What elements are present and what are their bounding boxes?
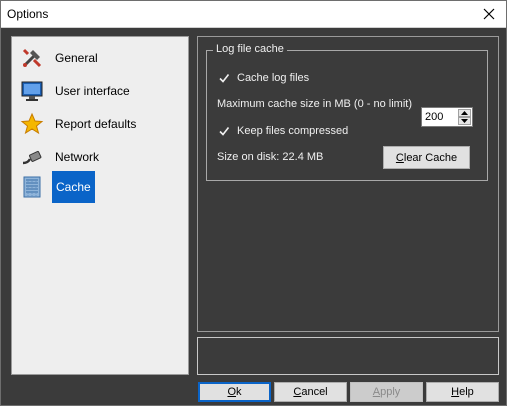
nav-item-label: Cache [52, 171, 95, 203]
nav-item-report-defaults[interactable]: Report defaults [20, 108, 180, 140]
close-icon [483, 8, 495, 20]
nav-item-label: Report defaults [55, 117, 137, 131]
checkmark-icon [217, 71, 230, 84]
checkmark-icon [217, 124, 230, 137]
spin-up-button[interactable] [458, 109, 471, 117]
description-box [197, 337, 499, 375]
max-cache-size-label: Maximum cache size in MB (0 - no limit) [217, 98, 412, 110]
nav-item-cache[interactable]: Cache [20, 171, 180, 203]
title-bar: Options [1, 1, 506, 28]
help-button[interactable]: Help [426, 382, 499, 402]
cache-settings-panel: Log file cache Cache log files Maximum c… [197, 36, 499, 332]
nav-item-label: Network [55, 150, 100, 164]
size-on-disk-text: Size on disk: 22.4 MB [217, 151, 324, 163]
cancel-button[interactable]: Cancel [274, 382, 347, 402]
group-title: Log file cache [213, 43, 287, 55]
spinner-value: 200 [425, 111, 444, 123]
nav-item-general[interactable]: General [20, 42, 180, 74]
checkbox-label: Cache log files [237, 71, 310, 84]
nav-item-user-interface[interactable]: User interface [20, 75, 180, 107]
window-title: Options [7, 7, 49, 21]
clear-cache-button[interactable]: Clear Cache [383, 146, 470, 169]
cache-icon [20, 175, 44, 199]
nav-item-network[interactable]: Network [20, 141, 180, 173]
tools-icon [20, 46, 44, 70]
network-cable-icon [20, 145, 44, 169]
spin-down-button[interactable] [458, 117, 471, 125]
cache-log-files-checkbox[interactable]: Cache log files [217, 71, 309, 84]
options-category-list: General User interface Report defaults N… [11, 36, 189, 375]
nav-item-label: General [55, 51, 98, 65]
caret-up-icon [461, 111, 468, 115]
apply-button[interactable]: Apply [350, 382, 423, 402]
caret-down-icon [461, 119, 468, 123]
nav-item-label: User interface [55, 84, 130, 98]
log-file-cache-group: Log file cache Cache log files Maximum c… [206, 43, 488, 181]
options-dialog: Options General User interface Report de… [0, 0, 507, 406]
max-cache-size-spinner[interactable]: 200 [421, 107, 473, 127]
checkbox-label: Keep files compressed [237, 124, 349, 137]
ok-button[interactable]: Ok [198, 382, 271, 402]
close-button[interactable] [472, 1, 506, 27]
keep-files-compressed-checkbox[interactable]: Keep files compressed [217, 124, 348, 137]
star-icon [20, 112, 44, 136]
monitor-icon [20, 79, 44, 103]
